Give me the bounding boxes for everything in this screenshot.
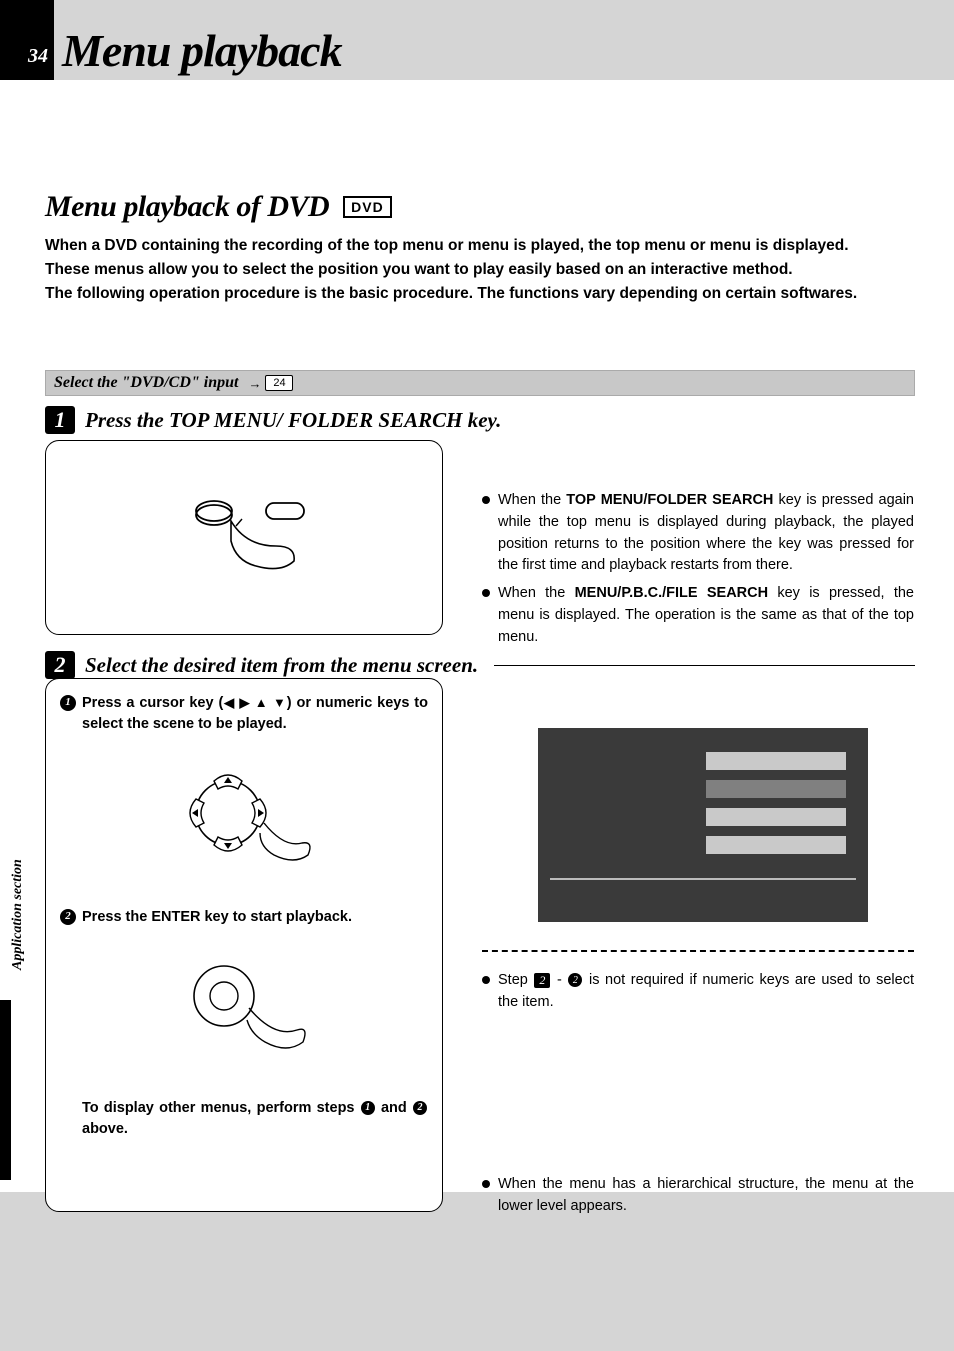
bullet-icon <box>482 1180 490 1188</box>
intro-text: When a DVD containing the recording of t… <box>45 234 915 306</box>
arrow-icon: → <box>248 376 261 391</box>
step-1-notes: When the TOP MENU/FOLDER SEARCH key is p… <box>482 490 914 654</box>
substep-footer-text: To display other menus, perform steps 1 … <box>82 1098 428 1140</box>
dvd-badge: DVD <box>343 196 392 218</box>
circ-2-inline: 2 <box>413 1101 427 1115</box>
substep-1: 1 Press a cursor key (◀ ▶ ▲ ▼) or numeri… <box>60 693 428 735</box>
bullet-icon <box>482 976 490 984</box>
substep-2-text: Press the ENTER key to start playback. <box>82 907 352 928</box>
side-tab <box>0 1000 11 1180</box>
step-1-illustration-box <box>45 440 443 635</box>
step-1-num: 1 <box>45 406 75 434</box>
intro-p3: The following operation procedure is the… <box>45 282 915 306</box>
menu-item-bar-selected <box>706 780 846 798</box>
note-2: When the MENU/P.B.C./FILE SEARCH key is … <box>498 583 914 648</box>
note-3: Step 2 - 2 is not required if numeric ke… <box>498 970 914 1014</box>
step-2-header: 2 Select the desired item from the menu … <box>45 651 915 679</box>
page-ref-num: 24 <box>273 377 285 389</box>
subtitle-row: Menu playback of DVD DVD <box>45 190 392 224</box>
menu-item-bar <box>706 808 846 826</box>
circ-2-inline: 2 <box>568 973 582 987</box>
press-button-icon <box>186 491 336 581</box>
note-row: When the TOP MENU/FOLDER SEARCH key is p… <box>482 490 914 577</box>
menu-item-bar <box>706 836 846 854</box>
substep-1-num: 1 <box>60 695 76 711</box>
note-4: When the menu has a hierarchical structu… <box>498 1174 914 1218</box>
substep-2: 2 Press the ENTER key to start playback. <box>60 907 428 928</box>
intro-p1: When a DVD containing the recording of t… <box>45 234 915 258</box>
enter-illustration <box>169 948 319 1068</box>
content-area: Menu playback of DVD DVD When a DVD cont… <box>0 80 954 1192</box>
page-title: Menu playback <box>62 24 342 77</box>
enter-press-icon <box>169 948 319 1068</box>
step-1-title: Press the TOP MENU/ FOLDER SEARCH key. <box>85 408 501 433</box>
dpad-icon <box>164 753 324 883</box>
subtitle: Menu playback of DVD <box>45 190 329 224</box>
step-2-note-a: Step 2 - 2 is not required if numeric ke… <box>482 970 914 1020</box>
step-2-title: Select the desired item from the menu sc… <box>85 653 478 678</box>
step-2-inline: 2 <box>534 973 550 988</box>
step-2-note-b: When the menu has a hierarchical structu… <box>482 1174 914 1224</box>
page-number-box: 34 <box>0 0 54 80</box>
step-2-box: 1 Press a cursor key (◀ ▶ ▲ ▼) or numeri… <box>45 678 443 1212</box>
note-1: When the TOP MENU/FOLDER SEARCH key is p… <box>498 490 914 577</box>
step-2-rule <box>494 665 915 666</box>
intro-p2: These menus allow you to select the posi… <box>45 258 915 282</box>
substep-1-text: Press a cursor key (◀ ▶ ▲ ▼) or numeric … <box>82 693 428 735</box>
cursor-arrows-icon: ◀ ▶ ▲ ▼ <box>223 695 286 710</box>
input-select-text: Select the "DVD/CD" input <box>54 374 238 392</box>
step-2-num: 2 <box>45 651 75 679</box>
bullet-icon <box>482 589 490 597</box>
note-row: When the menu has a hierarchical structu… <box>482 1174 914 1218</box>
input-select-bar: Select the "DVD/CD" input → 24 <box>45 370 915 396</box>
menu-item-bar <box>706 752 846 770</box>
step-1-header: 1 Press the TOP MENU/ FOLDER SEARCH key. <box>45 406 501 434</box>
note-row: Step 2 - 2 is not required if numeric ke… <box>482 970 914 1014</box>
side-label-wrap: Application section <box>14 810 34 990</box>
menu-screen-illustration <box>538 728 868 922</box>
page-ref: → 24 <box>248 375 293 391</box>
dashed-divider <box>482 950 914 952</box>
openbook-icon: 24 <box>265 375 293 391</box>
note-row: When the MENU/P.B.C./FILE SEARCH key is … <box>482 583 914 648</box>
substep-2-num: 2 <box>60 909 76 925</box>
side-label: Application section <box>10 950 26 970</box>
substep-footer: To display other menus, perform steps 1 … <box>60 1098 428 1140</box>
bullet-icon <box>482 496 490 504</box>
page-number: 34 <box>28 45 48 68</box>
dpad-illustration <box>164 753 324 883</box>
menu-divider <box>550 878 856 880</box>
circ-1-inline: 1 <box>361 1101 375 1115</box>
